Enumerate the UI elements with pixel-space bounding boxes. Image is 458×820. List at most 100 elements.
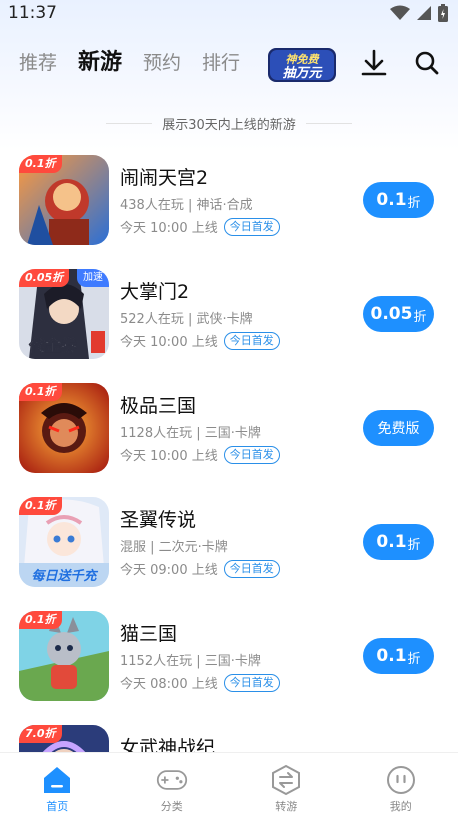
button-discount-value: 0.05 (370, 304, 413, 324)
game-name: 大掌门2 (120, 281, 190, 303)
game-item[interactable]: 每日送千充 0.1折 圣翼传说 混服 | 二次元·卡牌 今天 09:00 上线 … (0, 497, 458, 611)
game-item[interactable]: 0.1折 极品三国 1128人在玩 | 三国·卡牌 今天 10:00 上线 今日… (0, 383, 458, 497)
game-icon[interactable]: 代金券 0.05折 加速 (19, 269, 109, 359)
launch-row: 今天 10:00 上线 今日首发 (120, 331, 280, 350)
button-discount-unit: 折 (413, 309, 427, 325)
discount-button[interactable]: 0.05 折 (363, 296, 434, 332)
icon-text: 代金券 (28, 336, 78, 355)
game-icon[interactable]: 每日送千充 0.1折 (19, 497, 109, 587)
game-tags: 三国·卡牌 (204, 654, 261, 669)
status-time: 11:37 (8, 3, 57, 23)
button-discount-value: 0.1 (376, 190, 407, 210)
launch-time: 今天 10:00 上线 (120, 221, 218, 236)
game-icon[interactable]: 0.1折 (19, 383, 109, 473)
game-name: 极品三国 (120, 395, 197, 417)
button-discount-unit: 折 (407, 537, 421, 553)
tab-recommend[interactable]: 推荐 (19, 38, 57, 88)
launch-row: 今天 10:00 上线 今日首发 (120, 445, 280, 464)
search-icon (415, 51, 439, 75)
bottom-navigation: 首页 分类 转游 我的 (0, 752, 458, 820)
player-count: 1128人在玩 (120, 426, 193, 441)
home-icon (41, 764, 73, 796)
button-discount-value: 0.1 (376, 646, 407, 666)
launch-time: 今天 09:00 上线 (120, 563, 218, 578)
button-discount-unit: 折 (407, 651, 421, 667)
battery-icon (438, 4, 448, 22)
game-meta: 1128人在玩 | 三国·卡牌 (120, 426, 261, 441)
game-meta: 1152人在玩 | 三国·卡牌 (120, 654, 261, 669)
launch-time: 今天 10:00 上线 (120, 335, 218, 350)
game-meta: 438人在玩 | 神话·合成 (120, 198, 253, 213)
nav-label: 首页 (46, 800, 69, 813)
game-tags: 神话·合成 (196, 198, 253, 213)
discount-button[interactable]: 0.1 折 (363, 182, 434, 218)
speed-badge: 加速 (77, 269, 109, 287)
discount-badge: 7.0折 (19, 725, 62, 743)
free-version-button[interactable]: 免费版 (363, 410, 434, 446)
discount-badge: 0.1折 (19, 383, 62, 401)
game-item[interactable]: 代金券 0.05折 加速 大掌门2 522人在玩 | 武侠·卡牌 今天 10:0… (0, 269, 458, 383)
nav-category[interactable]: 分类 (115, 753, 230, 820)
nav-profile[interactable]: 我的 (344, 753, 458, 820)
status-bar: 11:37 (0, 0, 458, 26)
nav-label: 分类 (160, 800, 183, 813)
first-launch-tag: 今日首发 (223, 445, 280, 464)
launch-row: 今天 09:00 上线 今日首发 (120, 559, 280, 578)
player-count: 438人在玩 (120, 198, 184, 213)
icon-text: 每日送千充 (31, 568, 98, 584)
nav-home[interactable]: 首页 (0, 753, 115, 820)
game-item[interactable]: 0.1折 闹闹天宫2 438人在玩 | 神话·合成 今天 10:00 上线 今日… (0, 155, 458, 269)
tab-ranking[interactable]: 排行 (202, 38, 240, 88)
discount-badge: 0.1折 (19, 611, 62, 629)
first-launch-tag: 今日首发 (223, 331, 280, 350)
game-tags: 三国·卡牌 (204, 426, 261, 441)
profile-icon (385, 764, 417, 796)
signal-icon (417, 6, 431, 20)
launch-time: 今天 10:00 上线 (120, 449, 218, 464)
svg-text:神免费: 神免费 (286, 53, 321, 66)
status-icons (390, 4, 448, 22)
divider (305, 122, 352, 124)
game-name: 闹闹天宫2 (120, 167, 209, 189)
button-label: 免费版 (377, 421, 420, 437)
first-launch-tag: 今日首发 (223, 217, 280, 236)
divider (106, 122, 153, 124)
wifi-icon (390, 5, 410, 20)
game-icon[interactable]: 0.1折 (19, 155, 109, 245)
game-icon[interactable]: 0.1折 (19, 611, 109, 701)
game-list: 0.1折 闹闹天宫2 438人在玩 | 神话·合成 今天 10:00 上线 今日… (0, 155, 458, 820)
download-button[interactable] (359, 48, 389, 78)
launch-time: 今天 08:00 上线 (120, 677, 218, 692)
discount-badge: 0.1折 (19, 155, 62, 173)
discount-badge: 0.1折 (19, 497, 62, 515)
game-item[interactable]: 0.1折 猫三国 1152人在玩 | 三国·卡牌 今天 08:00 上线 今日首… (0, 611, 458, 725)
button-discount-value: 0.1 (376, 532, 407, 552)
section-subtitle: 展示30天内上线的新游 (162, 117, 296, 133)
nav-transfer[interactable]: 转游 (229, 753, 344, 820)
game-tags: 武侠·卡牌 (196, 312, 253, 327)
player-count: 混服 (120, 540, 147, 555)
button-discount-unit: 折 (407, 195, 421, 211)
first-launch-tag: 今日首发 (223, 559, 280, 578)
nav-label: 我的 (389, 800, 412, 813)
download-icon (361, 49, 387, 76)
game-tags: 二次元·卡牌 (158, 540, 228, 555)
subtitle-row: 展示30天内上线的新游 (0, 112, 458, 134)
tab-reserve[interactable]: 预约 (143, 38, 181, 88)
discount-badge: 0.05折 (19, 269, 70, 287)
promo-banner[interactable]: 神免费 抽万元 (266, 42, 338, 86)
launch-row: 今天 10:00 上线 今日首发 (120, 217, 280, 236)
game-name: 猫三国 (120, 623, 178, 645)
first-launch-tag: 今日首发 (223, 673, 280, 692)
launch-row: 今天 08:00 上线 今日首发 (120, 673, 280, 692)
svg-text:抽万元: 抽万元 (282, 65, 323, 81)
promo-logo-icon: 神免费 抽万元 (268, 48, 336, 82)
search-button[interactable] (412, 48, 442, 78)
game-meta: 混服 | 二次元·卡牌 (120, 540, 228, 555)
transfer-icon (270, 764, 302, 796)
discount-button[interactable]: 0.1 折 (363, 524, 434, 560)
discount-button[interactable]: 0.1 折 (363, 638, 434, 674)
game-name: 圣翼传说 (120, 509, 197, 531)
game-meta: 522人在玩 | 武侠·卡牌 (120, 312, 253, 327)
tab-new-games[interactable]: 新游 (78, 38, 122, 88)
